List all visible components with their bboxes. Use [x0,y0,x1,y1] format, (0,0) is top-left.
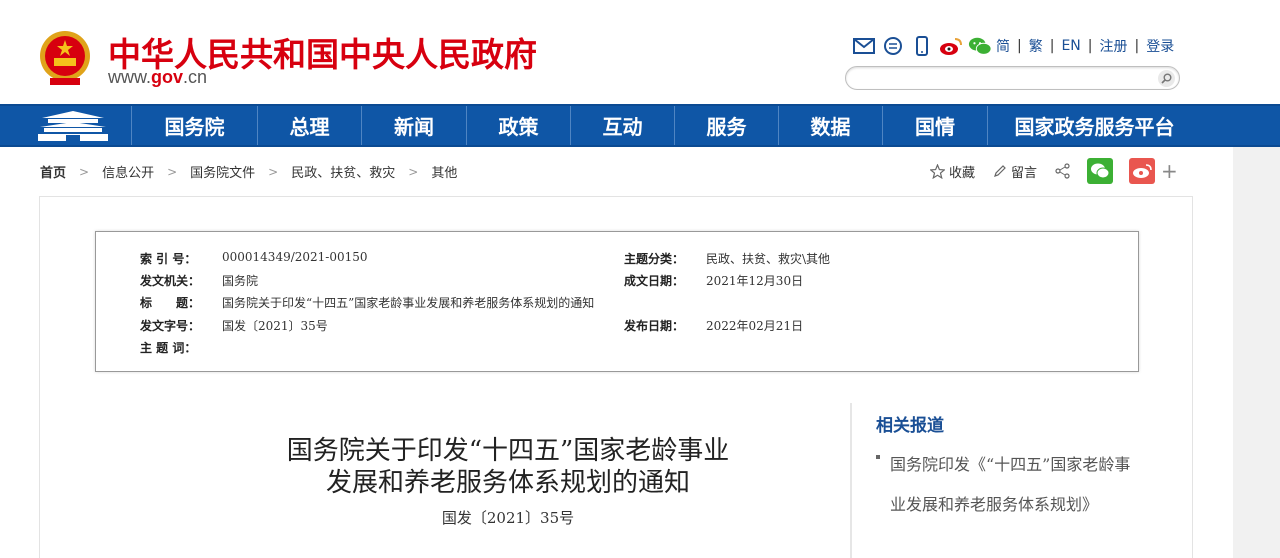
chevron-right-icon: > [268,164,279,179]
divider: | [1087,38,1093,54]
info-title-row: 标 题： 国务院关于印发“十四五”国家老龄事业发展和养老服务体系规划的通知 [140,294,594,311]
favorite-button[interactable]: 收藏 [930,162,975,181]
info-topic-row: 主题分类： 民政、扶贫、救灾\其他 [624,250,830,267]
info-keywords-label: 主 题 词： [140,341,197,355]
share-button[interactable] [1055,163,1071,179]
chevron-right-icon: > [79,164,90,179]
article-container: 索 引 号： 000014349/2021-00150 主题分类： 民政、扶贫、… [39,196,1193,558]
breadcrumb-civil-affairs[interactable]: 民政、扶贫、救灾 [291,162,395,181]
lang-simplified-link[interactable]: 简 [996,36,1010,56]
language-links: 简 | 繁 | EN | 注册 | 登录 [996,36,1174,56]
related-link[interactable]: 国务院印发《“十四五”国家老龄事业发展和养老服务体系规划》 [876,445,1136,525]
info-publish-date-row: 发布日期： 2022年02月21日 [624,317,803,334]
nav-item-interaction[interactable]: 互动 [570,106,674,145]
divider: | [1017,38,1022,54]
site-url: www.gov.cn [108,67,207,88]
nav-item-services[interactable]: 服务 [674,106,778,145]
main-nav: 国务院 总理 新闻 政策 互动 服务 数据 国情 国家政务服务平台 [0,104,1280,147]
wechat-icon[interactable] [968,35,992,57]
more-share-plus-icon[interactable]: + [1161,159,1178,183]
star-icon [930,163,945,179]
breadcrumb-home[interactable]: 首页 [40,162,66,181]
info-keywords-row: 主 题 词： [140,339,196,356]
document-info-table: 索 引 号： 000014349/2021-00150 主题分类： 民政、扶贫、… [95,231,1139,372]
comment-label: 留言 [1011,165,1038,181]
nav-item-national-info[interactable]: 国情 [882,106,987,145]
info-date-written-label: 成文日期： [624,274,685,288]
info-title-value: 国务院关于印发“十四五”国家老龄事业发展和养老服务体系规划的通知 [222,296,595,310]
search-button[interactable] [1158,70,1175,87]
chevron-right-icon: > [167,164,178,179]
wechat-icon [1091,163,1110,179]
nav-item-gov-service-platform[interactable]: 国家政务服务平台 [987,106,1201,145]
tiananmen-gate-icon[interactable] [36,110,110,143]
divider: | [1049,38,1055,54]
wechat-share-button[interactable] [1087,158,1114,184]
favorite-label: 收藏 [949,165,976,181]
info-date-written-value: 2021年12月30日 [706,274,804,288]
info-issuer-value: 国务院 [222,274,259,288]
national-emblem-icon[interactable] [38,30,92,88]
info-publish-date-label: 发布日期： [624,319,685,333]
comment-button[interactable]: 留言 [993,162,1037,181]
divider: | [1134,38,1140,54]
page-side-gutter [1233,147,1280,558]
nav-items: 国务院 总理 新闻 政策 互动 服务 数据 国情 国家政务服务平台 [131,106,1201,145]
document-number: 国发〔2021〕35号 [441,509,575,527]
share-bar: 收藏 留言 + [930,158,1178,184]
info-doc-number-label: 发文字号： [140,319,201,333]
nav-item-premier[interactable]: 总理 [257,106,361,145]
share-icon [1055,163,1070,179]
top-icon-bar [852,34,997,58]
related-reports-heading: 相关报道 [876,416,944,436]
info-title-label: 标 题： [140,296,201,310]
weibo-icon [1133,164,1152,178]
lang-traditional-link[interactable]: 繁 [1029,36,1043,56]
breadcrumb: 首页 > 信息公开 > 国务院文件 > 民政、扶贫、救灾 > 其他 [40,162,457,182]
breadcrumb-other[interactable]: 其他 [431,162,457,181]
info-publish-date-value: 2022年02月21日 [706,319,804,333]
mail-icon[interactable] [852,35,876,57]
site-url-gov: gov [151,67,184,87]
site-url-suffix: .cn [183,67,208,87]
nav-item-state-council[interactable]: 国务院 [131,106,257,145]
lang-english-link[interactable]: EN [1061,38,1080,54]
page-title-line-2: 发展和养老服务体系规划的通知 [325,468,690,498]
breadcrumb-info-disclosure[interactable]: 信息公开 [102,162,154,181]
info-index-label: 索 引 号： [140,252,197,266]
breadcrumb-state-council-docs[interactable]: 国务院文件 [190,162,255,181]
info-topic-value: 民政、扶贫、救灾\其他 [706,252,831,266]
info-issuer-label: 发文机关： [140,274,201,288]
related-reports: 相关报道 国务院印发《“十四五”国家老龄事业发展和养老服务体系规划》 [850,403,1160,558]
info-doc-number-value: 国发〔2021〕35号 [222,319,328,333]
info-issuer-row: 发文机关： 国务院 [140,272,258,289]
message-icon[interactable] [881,35,905,57]
nav-item-news[interactable]: 新闻 [361,106,466,145]
info-index-value: 000014349/2021-00150 [222,250,368,264]
pencil-icon [994,165,1006,177]
register-link[interactable]: 注册 [1099,36,1127,56]
nav-item-data[interactable]: 数据 [778,106,882,145]
site-url-prefix: www. [108,67,152,87]
info-date-written-row: 成文日期： 2021年12月30日 [624,272,803,289]
login-link[interactable]: 登录 [1146,36,1174,56]
weibo-share-button[interactable] [1129,158,1156,184]
search-icon [1161,73,1172,84]
info-index-row: 索 引 号： 000014349/2021-00150 [140,250,368,267]
chevron-right-icon: > [408,164,419,179]
search-box [845,66,1180,90]
search-input[interactable] [856,69,1146,87]
site-header: 中华人民共和国中央人民政府 www.gov.cn 简 | 繁 | EN | 注册 | 登… [0,0,1280,104]
info-doc-number-row: 发文字号： 国发〔2021〕35号 [140,317,328,334]
nav-item-policy[interactable]: 政策 [466,106,570,145]
page-title: 国务院关于印发“十四五”国家老龄事业 发展和养老服务体系规划的通知 [190,435,826,499]
page-title-line-1: 国务院关于印发“十四五”国家老龄事业 [286,436,730,466]
info-topic-label: 主题分类： [624,252,685,266]
mobile-icon[interactable] [910,35,934,57]
weibo-icon[interactable] [939,35,963,57]
